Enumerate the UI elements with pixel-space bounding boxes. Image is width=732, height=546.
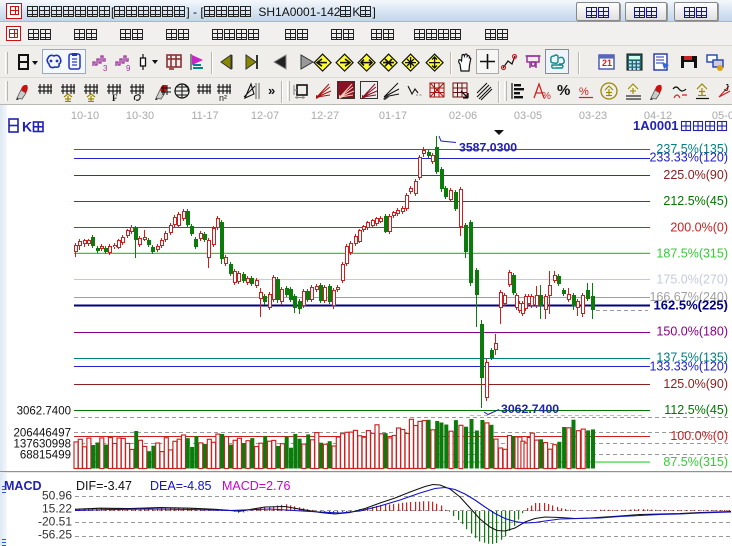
svg-text:1A0001: 1A0001: [633, 118, 679, 133]
svg-text:02-06: 02-06: [449, 110, 477, 122]
svg-text:225.0%(90): 225.0%(90): [663, 168, 728, 182]
svg-text:K: K: [22, 119, 32, 135]
svg-text:9: 9: [126, 64, 131, 73]
svg-text:12-07: 12-07: [251, 110, 279, 122]
svg-text:F: F: [112, 93, 118, 102]
svg-text:%: %: [579, 86, 589, 98]
svg-text:-56.25: -56.25: [38, 528, 72, 542]
svg-text:212.5%(45): 212.5%(45): [663, 194, 728, 208]
svg-text:%: %: [542, 91, 551, 101]
svg-text:-20.51: -20.51: [38, 515, 72, 529]
svg-text:05-06: 05-06: [712, 110, 732, 122]
svg-text:150.0%(180): 150.0%(180): [656, 325, 728, 339]
svg-text:MACD: MACD: [4, 479, 42, 493]
svg-text:100.0%(0): 100.0%(0): [670, 429, 728, 443]
svg-text:01-17: 01-17: [379, 110, 407, 122]
svg-text:11-17: 11-17: [191, 110, 218, 122]
svg-text:175.0%(270): 175.0%(270): [656, 272, 728, 286]
svg-text:10-30: 10-30: [126, 110, 154, 122]
svg-text:DIF=-3.47: DIF=-3.47: [76, 479, 132, 493]
svg-text:112.5%(45): 112.5%(45): [664, 403, 728, 417]
svg-text:200.0%(0): 200.0%(0): [670, 220, 728, 234]
svg-text:n²: n²: [219, 93, 227, 102]
svg-text:10-10: 10-10: [71, 110, 99, 122]
svg-text:3062.7400: 3062.7400: [501, 402, 559, 416]
svg-text:MACD=2.76: MACD=2.76: [222, 479, 290, 493]
svg-text:J: J: [724, 83, 729, 94]
svg-text:50.96: 50.96: [42, 489, 72, 503]
svg-text:3587.0300: 3587.0300: [459, 141, 517, 155]
svg-text:125.0%(90): 125.0%(90): [663, 377, 728, 391]
svg-text:162.5%(225): 162.5%(225): [654, 298, 728, 313]
svg-text:21: 21: [602, 58, 612, 68]
svg-text:233.33%(120): 233.33%(120): [649, 151, 728, 165]
svg-text:12-27: 12-27: [311, 110, 339, 122]
svg-text:03-23: 03-23: [579, 110, 607, 122]
svg-text:87.5%(315): 87.5%(315): [663, 455, 728, 469]
svg-text:3062.7400: 3062.7400: [17, 406, 71, 418]
svg-text:15.22: 15.22: [42, 502, 72, 516]
svg-text:3: 3: [103, 64, 108, 73]
svg-text:68815499: 68815499: [20, 450, 71, 462]
svg-text:187.5%(315): 187.5%(315): [656, 246, 728, 260]
svg-text:133.33%(120): 133.33%(120): [649, 359, 728, 373]
svg-text:DEA=-4.85: DEA=-4.85: [150, 479, 212, 493]
svg-text:03-05: 03-05: [514, 110, 542, 122]
